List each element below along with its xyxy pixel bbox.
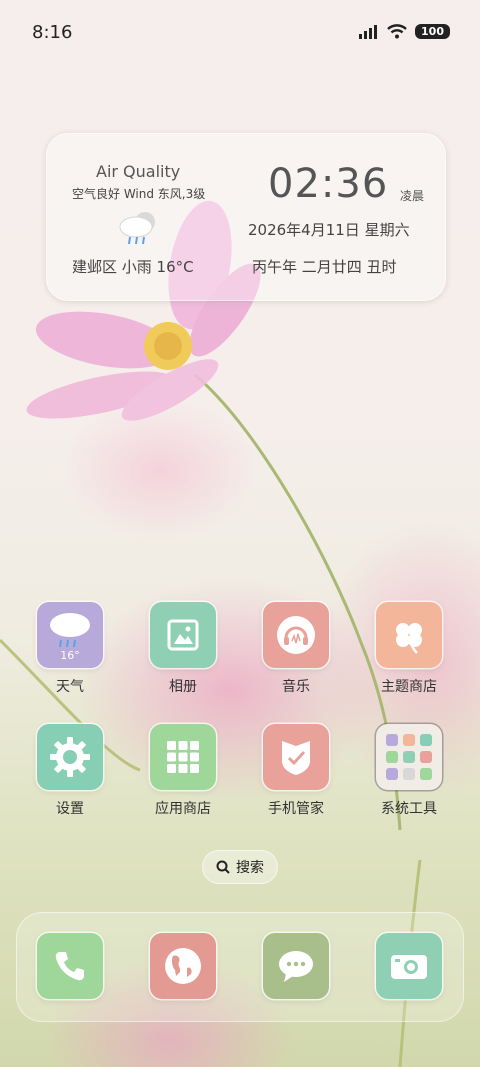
- app-phone-manager[interactable]: 手机管家: [246, 724, 346, 818]
- music-icon: [263, 602, 329, 668]
- widget-clock: 02:36: [268, 161, 389, 207]
- weather-icon: 16°: [37, 602, 103, 668]
- app-music[interactable]: 音乐: [246, 602, 346, 696]
- browser-icon: [165, 948, 201, 984]
- camera-icon: [391, 955, 427, 979]
- air-quality-title: Air Quality: [96, 162, 181, 181]
- shield-icon: [263, 724, 329, 790]
- app-label: 系统工具: [381, 801, 437, 817]
- app-gallery[interactable]: 相册: [133, 602, 233, 696]
- app-label: 应用商店: [155, 801, 211, 817]
- battery-icon: 100: [415, 24, 450, 39]
- location-weather: 建邺区 小雨 16°C: [72, 258, 194, 276]
- weather-temp-badge: 16°: [60, 649, 80, 662]
- grid-icon: [150, 724, 216, 790]
- search-button[interactable]: 搜索: [202, 850, 278, 884]
- lunar-date: 丙午年 二月廿四 丑时: [252, 258, 397, 276]
- air-quality-detail: 空气良好 Wind 东风,3级: [72, 187, 206, 201]
- wifi-icon: [387, 24, 407, 39]
- app-label: 相册: [169, 679, 197, 695]
- app-settings[interactable]: 设置: [20, 724, 120, 818]
- search-label: 搜索: [236, 860, 264, 876]
- gear-icon: [37, 724, 103, 790]
- status-icons: 100: [359, 24, 450, 39]
- dock-browser[interactable]: [150, 933, 216, 999]
- phone-icon: [55, 952, 84, 981]
- app-theme-store[interactable]: 主题商店: [359, 602, 459, 696]
- app-label: 手机管家: [268, 801, 324, 817]
- app-label: 天气: [56, 679, 84, 695]
- clover-icon: [376, 602, 442, 668]
- dock-camera[interactable]: [376, 933, 442, 999]
- gallery-icon: [150, 602, 216, 668]
- dock-phone[interactable]: [37, 933, 103, 999]
- app-weather[interactable]: 16° 天气: [20, 602, 120, 696]
- search-icon: [216, 860, 230, 874]
- clock-period: 凌晨: [400, 189, 425, 203]
- signal-icon: [359, 24, 378, 39]
- app-label: 设置: [56, 801, 84, 817]
- messages-icon: [279, 951, 313, 982]
- status-time: 8:16: [32, 22, 73, 43]
- app-label: 主题商店: [381, 679, 437, 695]
- app-app-store[interactable]: 应用商店: [133, 724, 233, 818]
- widget-date: 2026年4月11日 星期六: [248, 221, 410, 239]
- light-rain-icon: [119, 212, 155, 245]
- folder-icon: [376, 724, 442, 790]
- dock-messages[interactable]: [263, 933, 329, 999]
- app-label: 音乐: [282, 679, 310, 695]
- app-system-tools-folder[interactable]: 系统工具: [359, 724, 459, 818]
- clock-weather-widget[interactable]: Air Quality 空气良好 Wind 东风,3级 建邺区 小雨 16°C …: [46, 133, 446, 301]
